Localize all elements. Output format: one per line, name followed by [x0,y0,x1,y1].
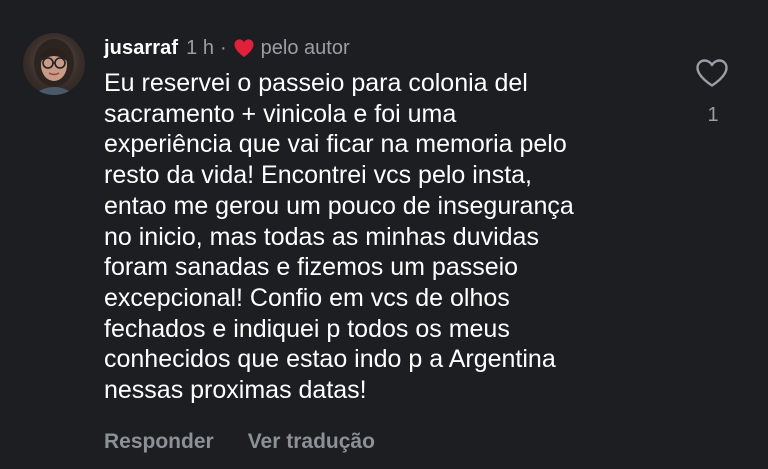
comment-time: 1 h [186,36,214,59]
username[interactable]: jusarraf [104,37,178,60]
author-badge-label: pelo autor [260,36,350,59]
comment: jusarraf 1 h · pelo autor Eu reservei o … [0,0,768,469]
like-column: 1 [692,58,732,127]
heart-filled-icon [234,39,254,58]
reply-button[interactable]: Responder [104,430,214,454]
comment-header: jusarraf 1 h · pelo autor [104,35,350,61]
comment-actions: Responder Ver tradução [104,430,375,454]
avatar[interactable] [23,33,85,95]
heart-outline-icon[interactable] [695,58,729,88]
see-translation-button[interactable]: Ver tradução [248,430,375,454]
comment-text: Eu reservei o passeio para colonia del s… [104,69,574,405]
like-count: 1 [707,104,719,126]
avatar-image [33,39,75,95]
separator-dot: · [219,36,227,59]
